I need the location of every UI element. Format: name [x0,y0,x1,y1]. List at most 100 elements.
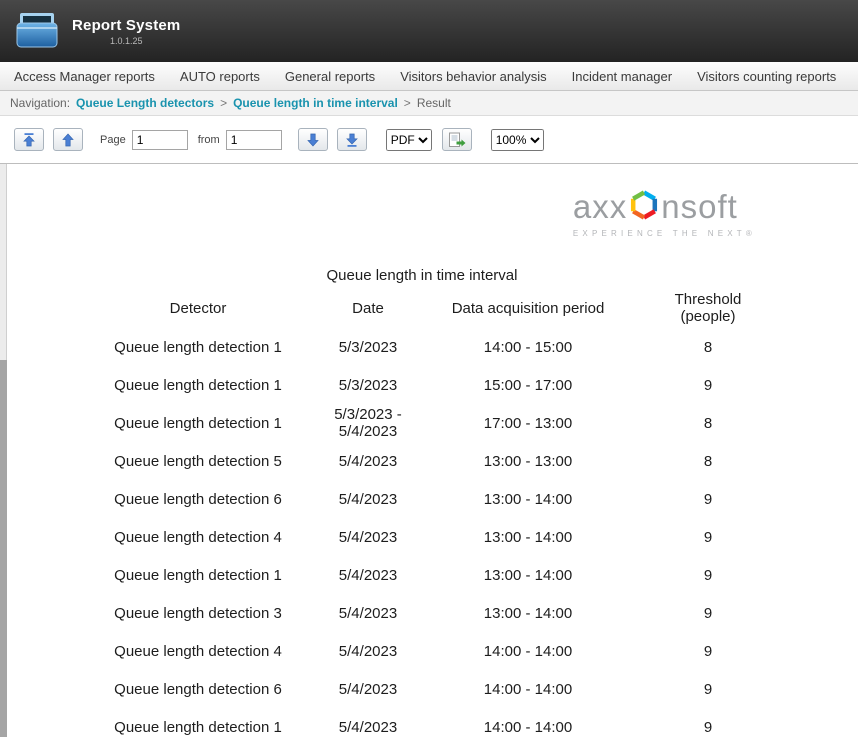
column-header-threshold: Threshold (people) [644,291,772,325]
cell-date: 5/3/2023 [324,339,412,356]
cell-period: 13:00 - 14:00 [412,567,644,584]
cell-threshold: 8 [644,339,772,356]
prev-page-button[interactable] [53,128,83,151]
table-row: Queue length detection 5 5/4/2023 13:00 … [72,442,772,480]
breadcrumb: Navigation: Queue Length detectors > Que… [0,91,858,116]
cell-period: 13:00 - 14:00 [412,605,644,622]
report-viewer: axx nsoft EXPERIENCE THE NEXT® Queue len… [0,164,858,737]
table-row: Queue length detection 1 5/3/2023 15:00 … [72,366,772,404]
table-body: Queue length detection 1 5/3/2023 14:00 … [72,328,772,737]
cell-period: 13:00 - 13:00 [412,453,644,470]
table-row: Queue length detection 4 5/4/2023 14:00 … [72,632,772,670]
cell-detector: Queue length detection 4 [72,529,324,546]
table-row: Queue length detection 1 5/4/2023 14:00 … [72,708,772,737]
breadcrumb-separator: > [220,96,227,110]
cell-threshold: 8 [644,415,772,432]
table-row: Queue length detection 6 5/4/2023 14:00 … [72,670,772,708]
cell-threshold: 9 [644,491,772,508]
table-row: Queue length detection 4 5/4/2023 13:00 … [72,518,772,556]
cell-detector: Queue length detection 1 [72,719,324,736]
cell-date: 5/4/2023 [324,529,412,546]
arrow-up-bar-icon [21,132,37,148]
cell-date: 5/4/2023 [324,453,412,470]
breadcrumb-label: Navigation: [10,96,70,110]
table-header-row: Detector Date Data acquisition period Th… [72,288,772,328]
cell-detector: Queue length detection 5 [72,453,324,470]
app-title: Report System [72,17,180,34]
cell-date: 5/3/2023 - 5/4/2023 [324,406,412,440]
table-row: Queue length detection 1 5/4/2023 13:00 … [72,556,772,594]
cell-threshold: 9 [644,643,772,660]
cell-detector: Queue length detection 1 [72,339,324,356]
cell-threshold: 9 [644,605,772,622]
cell-date: 5/4/2023 [324,643,412,660]
menu-item-general-reports[interactable]: General reports [285,69,375,84]
next-page-button[interactable] [298,128,328,151]
breadcrumb-link-queue-length-in-time-interval[interactable]: Queue length in time interval [233,96,398,110]
arrow-down-icon [305,132,321,148]
export-report-icon [448,132,466,148]
cell-date: 5/4/2023 [324,681,412,698]
column-header-detector: Detector [72,300,324,317]
cell-period: 17:00 - 13:00 [412,415,644,432]
report-table: Detector Date Data acquisition period Th… [72,288,772,737]
total-pages-field [226,130,282,150]
cell-threshold: 9 [644,377,772,394]
column-header-date: Date [324,300,412,317]
cell-period: 13:00 - 14:00 [412,491,644,508]
menu-bar: Access Manager reports AUTO reports Gene… [0,62,858,91]
menu-item-incident-manager[interactable]: Incident manager [572,69,672,84]
breadcrumb-link-queue-length-detectors[interactable]: Queue Length detectors [76,96,214,110]
vertical-scrollbar[interactable] [0,164,7,737]
cell-threshold: 8 [644,453,772,470]
cell-period: 14:00 - 14:00 [412,719,644,736]
table-row: Queue length detection 1 5/3/2023 14:00 … [72,328,772,366]
cell-threshold: 9 [644,719,772,736]
zoom-select[interactable]: 100% [491,129,544,151]
cell-detector: Queue length detection 1 [72,415,324,432]
cell-date: 5/4/2023 [324,605,412,622]
cell-period: 14:00 - 14:00 [412,643,644,660]
axxonsoft-logo: axx nsoft EXPERIENCE THE NEXT® [573,188,758,238]
logo-text-right: nsoft [661,190,738,223]
app-version: 1.0.1.25 [110,36,143,46]
cell-detector: Queue length detection 6 [72,491,324,508]
column-header-period: Data acquisition period [412,300,644,317]
cell-detector: Queue length detection 6 [72,681,324,698]
cell-period: 15:00 - 17:00 [412,377,644,394]
first-page-button[interactable] [14,128,44,151]
cell-threshold: 9 [644,567,772,584]
cell-date: 5/4/2023 [324,567,412,584]
scrollbar-thumb[interactable] [0,360,7,737]
menu-item-visitors-behavior-analysis[interactable]: Visitors behavior analysis [400,69,546,84]
from-label: from [198,134,220,146]
cell-detector: Queue length detection 4 [72,643,324,660]
report-title: Queue length in time interval [72,267,772,284]
format-select[interactable]: PDF [386,129,432,151]
cell-period: 13:00 - 14:00 [412,529,644,546]
cell-date: 5/4/2023 [324,491,412,508]
cell-threshold: 9 [644,529,772,546]
menu-item-visitors-counting-reports[interactable]: Visitors counting reports [697,69,836,84]
report-toolbar: Page from PDF [0,116,858,164]
report-system-logo-icon [14,11,60,51]
page-input[interactable] [132,130,188,150]
axxon-hexagon-icon [629,190,659,225]
table-row: Queue length detection 6 5/4/2023 13:00 … [72,480,772,518]
breadcrumb-separator: > [404,96,411,110]
breadcrumb-current: Result [417,96,451,110]
table-row: Queue length detection 3 5/4/2023 13:00 … [72,594,772,632]
arrow-down-bar-icon [344,132,360,148]
cell-period: 14:00 - 14:00 [412,681,644,698]
cell-detector: Queue length detection 3 [72,605,324,622]
cell-threshold: 9 [644,681,772,698]
menu-item-access-manager-reports[interactable]: Access Manager reports [14,69,155,84]
logo-tagline: EXPERIENCE THE NEXT® [573,229,758,238]
last-page-button[interactable] [337,128,367,151]
cell-detector: Queue length detection 1 [72,567,324,584]
arrow-up-icon [60,132,76,148]
table-row: Queue length detection 1 5/3/2023 - 5/4/… [72,404,772,442]
export-button[interactable] [442,128,472,151]
report-page: axx nsoft EXPERIENCE THE NEXT® Queue len… [8,164,858,737]
menu-item-auto-reports[interactable]: AUTO reports [180,69,260,84]
